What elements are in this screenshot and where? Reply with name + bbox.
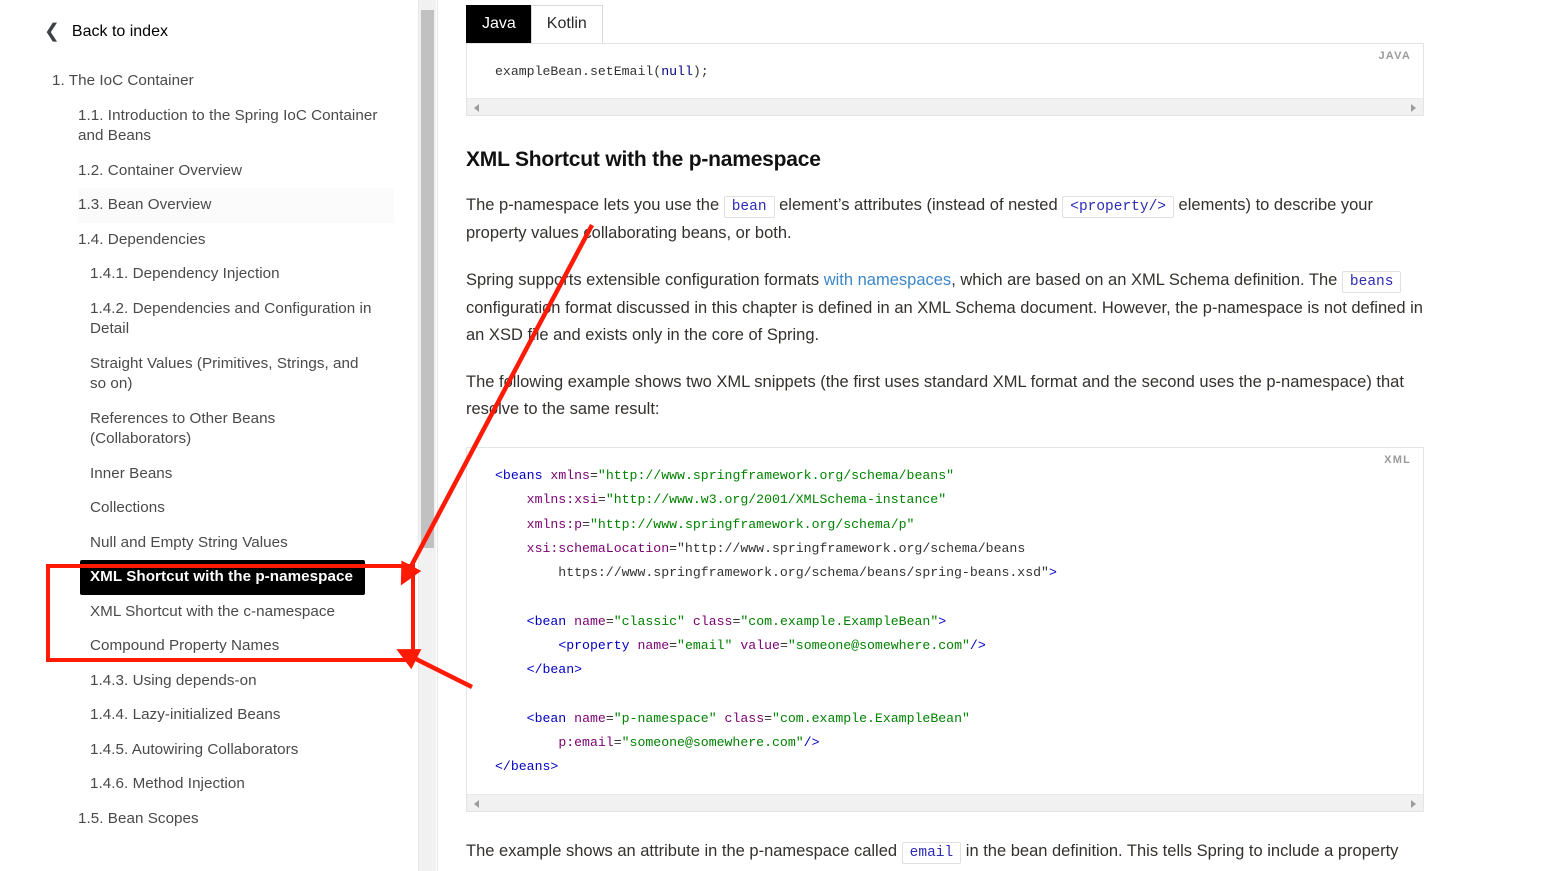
toc-item-2[interactable]: 1.2. Container Overview bbox=[78, 154, 394, 189]
toc-list: 1. The IoC Container 1.1. Introduction to… bbox=[0, 64, 418, 836]
code-language-tabs: Java Kotlin bbox=[466, 0, 1562, 44]
sidebar-toc-panel: ❮ Back to index 1. The IoC Container 1.1.… bbox=[0, 0, 418, 871]
tab-kotlin[interactable]: Kotlin bbox=[530, 5, 603, 44]
toc-item-18[interactable]: 1.4.6. Method Injection bbox=[90, 767, 390, 802]
toc-item-15[interactable]: 1.4.3. Using depends-on bbox=[90, 664, 390, 699]
java-code-block: JAVA exampleBean.setEmail(null); bbox=[466, 43, 1424, 117]
inline-code-email: email bbox=[901, 841, 962, 864]
triangle-left-icon[interactable] bbox=[474, 104, 479, 113]
toc-item-0[interactable]: 1. The IoC Container bbox=[52, 64, 382, 99]
inline-code-beans: beans bbox=[1341, 271, 1402, 294]
xml-lang-badge: XML bbox=[1384, 454, 1411, 467]
xml-code-block: XML <beans xmlns="http://www.springframe… bbox=[466, 447, 1424, 812]
text-run: element’s attributes (instead of nested bbox=[774, 196, 1063, 215]
back-to-index-link[interactable]: ❮ Back to index bbox=[0, 0, 418, 44]
xml-code-horizontal-scrollbar[interactable] bbox=[467, 793, 1423, 811]
tab-java[interactable]: Java bbox=[466, 5, 532, 44]
paragraph-following-example: The following example shows two XML snip… bbox=[466, 372, 1404, 418]
toc-item-8[interactable]: References to Other Beans (Collaborators… bbox=[90, 402, 390, 457]
toc-item-1[interactable]: 1.1. Introduction to the Spring IoC Cont… bbox=[78, 99, 394, 154]
text-run: The p-namespace lets you use the bbox=[466, 196, 724, 215]
toc-item-11[interactable]: Null and Empty String Values bbox=[90, 526, 390, 561]
java-code-text[interactable]: exampleBean.setEmail(null); bbox=[467, 44, 1423, 98]
toc-item-12[interactable]: XML Shortcut with the p-namespace bbox=[80, 560, 365, 595]
chevron-left-icon: ❮ bbox=[44, 20, 60, 42]
paragraph-p-namespace-intro: The p-namespace lets you use the bean el… bbox=[466, 192, 1426, 247]
page-title: XML Shortcut with the p-namespace bbox=[466, 148, 821, 172]
toc-item-4[interactable]: 1.4. Dependencies bbox=[78, 223, 394, 258]
java-lang-badge: JAVA bbox=[1378, 50, 1411, 62]
triangle-right-icon[interactable] bbox=[1411, 799, 1416, 808]
inline-code-bean: bean bbox=[723, 196, 775, 219]
toc-item-3[interactable]: 1.3. Bean Overview bbox=[78, 188, 394, 223]
java-code-horizontal-scrollbar[interactable] bbox=[467, 98, 1423, 116]
sidebar-scrollbar-thumb[interactable] bbox=[421, 10, 434, 548]
toc-item-17[interactable]: 1.4.5. Autowiring Collaborators bbox=[90, 733, 390, 768]
text-run: The example shows an attribute in the p-… bbox=[466, 841, 902, 860]
toc-item-14[interactable]: Compound Property Names bbox=[90, 629, 390, 664]
toc-item-5[interactable]: 1.4.1. Dependency Injection bbox=[90, 257, 390, 292]
xml-code-text[interactable]: <beans xmlns="http://www.springframework… bbox=[467, 448, 1423, 794]
link-with-namespaces[interactable]: with namespaces bbox=[824, 271, 951, 289]
back-to-index-label: Back to index bbox=[71, 23, 168, 40]
text-run: , which are based on an XML Schema defin… bbox=[951, 271, 1342, 290]
toc-item-16[interactable]: 1.4.4. Lazy-initialized Beans bbox=[90, 698, 390, 733]
paragraph-example-attribute: The example shows an attribute in the p-… bbox=[466, 838, 1426, 871]
toc-item-9[interactable]: Inner Beans bbox=[90, 457, 390, 492]
toc-item-13[interactable]: XML Shortcut with the c-namespace bbox=[90, 595, 390, 630]
toc-item-10[interactable]: Collections bbox=[90, 491, 390, 526]
triangle-left-icon[interactable] bbox=[474, 799, 479, 808]
main-content-panel: Java Kotlin JAVA exampleBean.setEmail(nu… bbox=[438, 0, 1562, 871]
toc-item-7[interactable]: Straight Values (Primitives, Strings, an… bbox=[90, 347, 390, 402]
inline-code-property: <property/> bbox=[1062, 196, 1174, 219]
text-run: configuration format discussed in this c… bbox=[466, 298, 1423, 344]
toc-item-6[interactable]: 1.4.2. Dependencies and Configuration in… bbox=[90, 292, 390, 347]
page-root: ❮ Back to index 1. The IoC Container 1.1.… bbox=[0, 0, 1562, 871]
paragraph-namespaces: Spring supports extensible configuration… bbox=[466, 267, 1426, 349]
triangle-right-icon[interactable] bbox=[1411, 104, 1416, 113]
text-run: Spring supports extensible configuration… bbox=[466, 271, 824, 290]
toc-item-19[interactable]: 1.5. Bean Scopes bbox=[78, 802, 394, 837]
